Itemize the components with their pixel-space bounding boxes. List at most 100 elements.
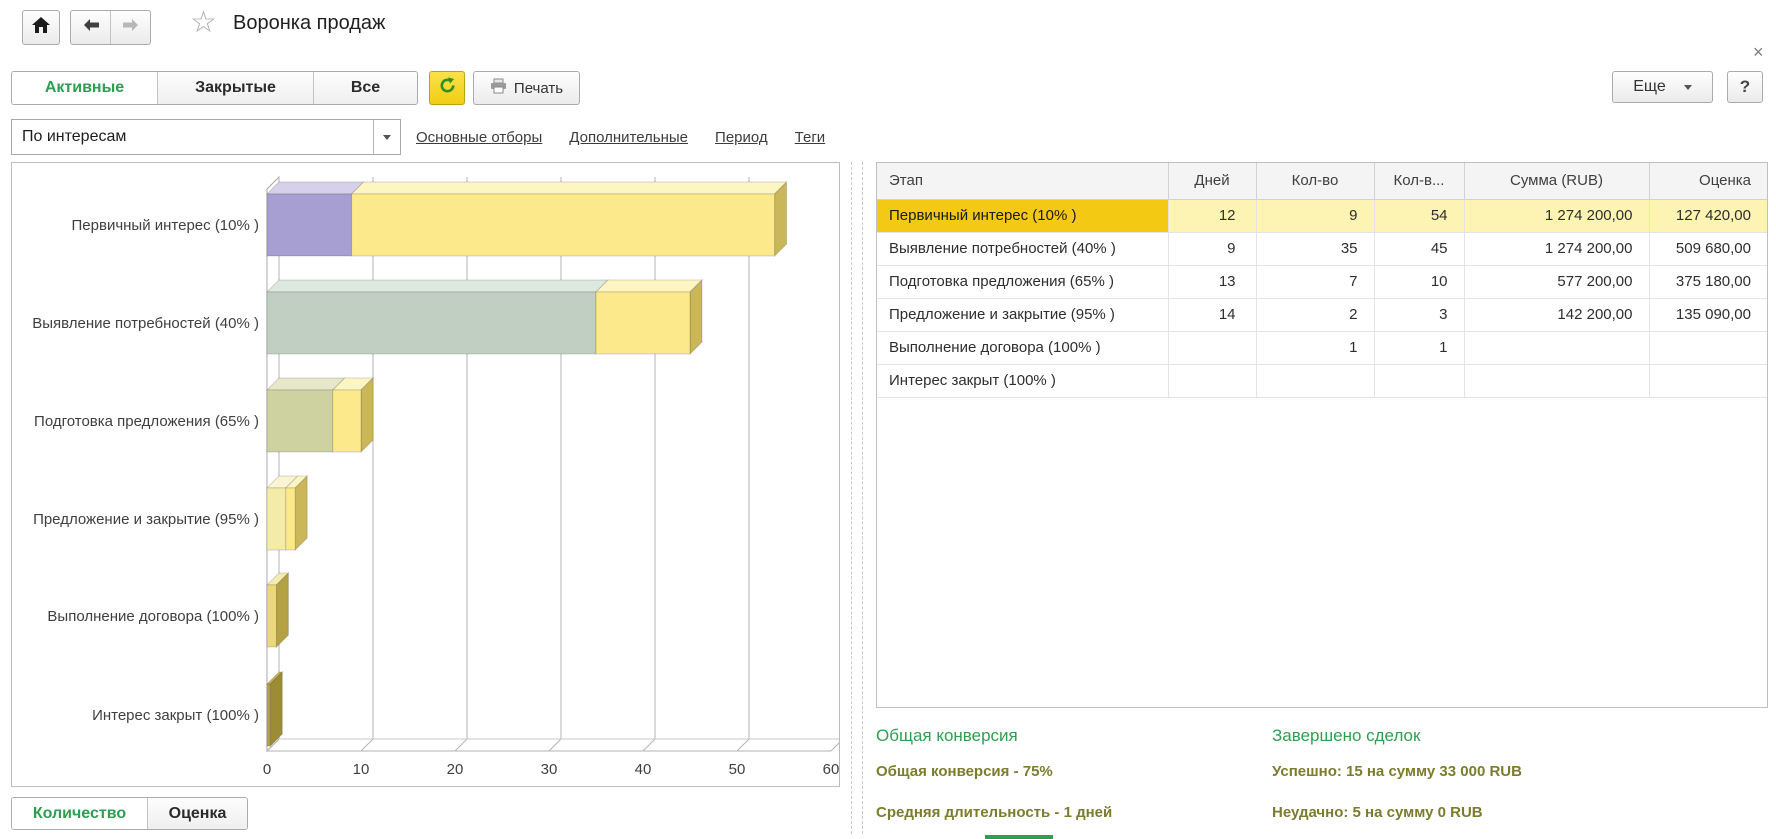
table-cell[interactable] — [1374, 364, 1464, 397]
funnel-bar-segment[interactable] — [276, 573, 288, 647]
column-header-count-total[interactable]: Кол-в... — [1374, 163, 1464, 199]
x-axis-label: 40 — [635, 761, 652, 778]
column-header-stage[interactable]: Этап — [877, 163, 1168, 199]
table-cell[interactable]: 1 274 200,00 — [1464, 199, 1649, 232]
table-cell[interactable] — [1168, 331, 1256, 364]
funnel-bar-segment[interactable] — [352, 182, 787, 194]
print-button[interactable]: Печать — [473, 71, 580, 105]
tab-score[interactable]: Оценка — [148, 798, 247, 829]
funnel-bar-segment[interactable] — [596, 292, 690, 354]
funnel-chart[interactable]: 0102030405060Первичный интерес (10% )Выя… — [11, 162, 840, 787]
table-row[interactable]: Подготовка предложения (65% )13710577 20… — [877, 265, 1767, 298]
conversion-line-total: Общая конверсия - 75% — [876, 763, 1053, 780]
table-cell[interactable]: Предложение и закрытие (95% ) — [877, 298, 1168, 331]
funnel-bar-segment[interactable] — [267, 292, 596, 354]
funnel-bar-segment[interactable] — [267, 684, 270, 746]
column-header-days[interactable]: Дней — [1168, 163, 1256, 199]
table-cell[interactable]: 13 — [1168, 265, 1256, 298]
table-cell[interactable]: 2 — [1256, 298, 1374, 331]
funnel-bar-segment[interactable] — [267, 182, 364, 194]
table-row[interactable]: Предложение и закрытие (95% )1423142 200… — [877, 298, 1767, 331]
table-cell[interactable] — [1649, 364, 1767, 397]
funnel-bar-segment[interactable] — [267, 585, 276, 647]
conversion-line-duration: Средняя длительность - 1 дней — [876, 804, 1112, 821]
axis-tick — [831, 739, 839, 751]
funnel-bar-segment[interactable] — [352, 194, 775, 256]
table-cell[interactable]: Выполнение договора (100% ) — [877, 331, 1168, 364]
table-cell[interactable]: 54 — [1374, 199, 1464, 232]
funnel-kind-combobox[interactable]: По интересам — [11, 119, 401, 155]
table-cell[interactable]: 9 — [1168, 232, 1256, 265]
table-cell[interactable]: Подготовка предложения (65% ) — [877, 265, 1168, 298]
table-row[interactable]: Выполнение договора (100% ) 11 — [877, 331, 1767, 364]
table-cell[interactable] — [1464, 364, 1649, 397]
funnel-bar-segment[interactable] — [295, 476, 307, 550]
deals-title: Завершено сделок — [1272, 726, 1420, 746]
forward-button[interactable] — [111, 11, 150, 44]
bottom-green-strip — [985, 835, 1053, 839]
more-button[interactable]: Еще — [1612, 71, 1713, 103]
link-additional-filters[interactable]: Дополнительные — [569, 129, 688, 146]
table-row[interactable]: Выявление потребностей (40% )935451 274 … — [877, 232, 1767, 265]
table-cell[interactable]: 375 180,00 — [1649, 265, 1767, 298]
funnel-bar-segment[interactable] — [267, 390, 333, 452]
funnel-bar-segment[interactable] — [267, 488, 286, 550]
close-icon[interactable]: × — [1753, 42, 1764, 63]
table-cell[interactable] — [1649, 331, 1767, 364]
table-cell[interactable]: 10 — [1374, 265, 1464, 298]
table-row[interactable]: Первичный интерес (10% )129541 274 200,0… — [877, 199, 1767, 232]
funnel-bar-segment[interactable] — [267, 280, 608, 292]
table-cell[interactable]: 14 — [1168, 298, 1256, 331]
table-cell[interactable]: Выявление потребностей (40% ) — [877, 232, 1168, 265]
link-period[interactable]: Период — [715, 129, 768, 146]
funnel-bar-segment[interactable] — [267, 194, 352, 256]
table-cell[interactable]: 9 — [1256, 199, 1374, 232]
help-button[interactable]: ? — [1727, 71, 1763, 103]
combobox-dropdown-button[interactable] — [373, 120, 400, 154]
funnel-bar-segment[interactable] — [775, 182, 787, 256]
column-header-sum[interactable]: Сумма (RUB) — [1464, 163, 1649, 199]
stage-table-panel: Этап Дней Кол-во Кол-в... Сумма (RUB) Оц… — [876, 162, 1768, 708]
tab-active-deals[interactable]: Активные — [12, 72, 158, 104]
table-cell[interactable]: 12 — [1168, 199, 1256, 232]
funnel-bar-segment[interactable] — [690, 280, 702, 354]
table-cell[interactable]: 127 420,00 — [1649, 199, 1767, 232]
table-cell[interactable] — [1256, 364, 1374, 397]
table-cell[interactable] — [1464, 331, 1649, 364]
table-cell[interactable]: 577 200,00 — [1464, 265, 1649, 298]
favorite-star-icon[interactable]: ☆ — [190, 8, 217, 38]
table-cell[interactable]: 135 090,00 — [1649, 298, 1767, 331]
home-button[interactable] — [22, 10, 60, 45]
funnel-bar-segment[interactable] — [333, 390, 361, 452]
funnel-bar-segment[interactable] — [267, 378, 345, 390]
table-cell[interactable]: 142 200,00 — [1464, 298, 1649, 331]
funnel-bar-segment[interactable] — [596, 280, 702, 292]
column-header-count[interactable]: Кол-во — [1256, 163, 1374, 199]
table-cell[interactable] — [1168, 364, 1256, 397]
funnel-bar-segment[interactable] — [270, 672, 282, 746]
table-cell[interactable]: 1 — [1256, 331, 1374, 364]
table-cell[interactable]: Интерес закрыт (100% ) — [877, 364, 1168, 397]
column-header-score[interactable]: Оценка — [1649, 163, 1767, 199]
home-icon — [31, 16, 51, 39]
table-cell[interactable]: 7 — [1256, 265, 1374, 298]
funnel-bar-segment[interactable] — [286, 488, 295, 550]
tab-all-deals[interactable]: Все — [314, 72, 417, 104]
table-cell[interactable]: 45 — [1374, 232, 1464, 265]
link-main-filters[interactable]: Основные отборы — [416, 129, 542, 146]
refresh-button[interactable] — [429, 71, 465, 105]
funnel-bar-segment[interactable] — [361, 378, 373, 452]
axis-tick — [361, 739, 373, 751]
table-cell[interactable]: Первичный интерес (10% ) — [877, 199, 1168, 232]
table-cell[interactable]: 1 274 200,00 — [1464, 232, 1649, 265]
link-tags[interactable]: Теги — [795, 129, 826, 146]
back-button[interactable] — [71, 11, 111, 44]
panel-splitter[interactable] — [851, 162, 863, 834]
table-cell[interactable]: 509 680,00 — [1649, 232, 1767, 265]
table-row[interactable]: Интерес закрыт (100% ) — [877, 364, 1767, 397]
table-cell[interactable]: 3 — [1374, 298, 1464, 331]
tab-closed-deals[interactable]: Закрытые — [158, 72, 314, 104]
table-cell[interactable]: 1 — [1374, 331, 1464, 364]
tab-quantity[interactable]: Количество — [12, 798, 148, 829]
table-cell[interactable]: 35 — [1256, 232, 1374, 265]
